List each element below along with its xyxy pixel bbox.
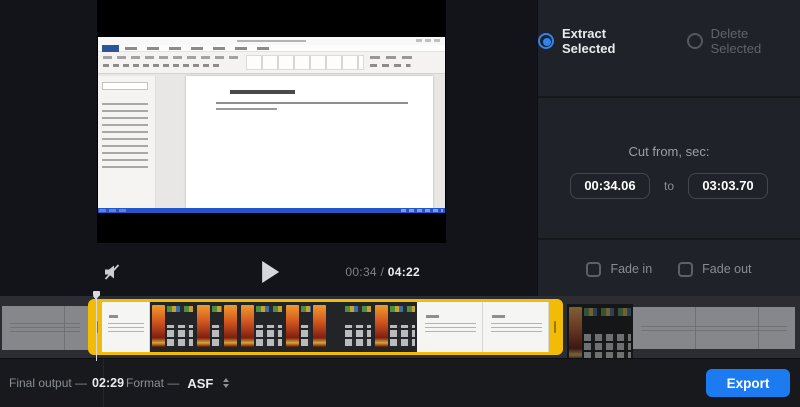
timeline-thumbnail-game[interactable] — [239, 302, 284, 352]
document-heading — [230, 90, 294, 94]
game-thumb-strip — [390, 306, 415, 313]
word-body — [98, 76, 445, 208]
timeline-thumbnails-dimmed-left[interactable] — [2, 306, 88, 350]
game-poster-art — [375, 305, 388, 348]
word-ribbon-tabs — [98, 45, 445, 52]
selection-right-handle[interactable] — [549, 302, 560, 352]
timeline-thumbnail-game[interactable] — [195, 302, 239, 352]
game-thumb-tiles — [167, 325, 193, 348]
fade-out-checkbox[interactable]: Fade out — [678, 262, 751, 277]
cut-range-section: Cut from, sec: to — [538, 100, 800, 240]
game-thumb-strip — [345, 306, 371, 313]
document-paragraph — [216, 102, 409, 114]
word-titlebar — [98, 37, 445, 45]
timeline-thumbnail-doc[interactable] — [483, 302, 549, 352]
game-poster-art — [197, 305, 210, 348]
bottom-bar: Final output — 02:29 Format — ASF Export — [0, 358, 800, 407]
timeline-thumbnail-doc[interactable] — [417, 302, 483, 352]
format-value: ASF — [187, 376, 213, 391]
game-thumb-tiles — [345, 325, 371, 348]
selection-track[interactable] — [102, 302, 549, 352]
game-thumb-strip — [584, 308, 631, 316]
player-controls: 00:34 / 04:22 — [97, 252, 446, 292]
format-select-chevron-icon — [223, 378, 229, 388]
radio-off-icon — [687, 33, 703, 49]
time-display: 00:34 / 04:22 — [345, 265, 420, 279]
word-file-tab — [102, 45, 119, 52]
handle-grip-icon — [554, 321, 556, 333]
word-ribbon — [98, 52, 445, 74]
volume-muted-icon — [102, 262, 122, 282]
timeline-thumbnail-game[interactable] — [150, 302, 195, 352]
final-output-label: Final output — — [9, 376, 87, 390]
game-thumb-tiles — [256, 325, 282, 348]
delete-selected-radio[interactable]: Delete Selected — [687, 26, 800, 56]
play-button[interactable] — [262, 261, 279, 283]
game-thumb-tiles — [390, 325, 415, 348]
game-poster-art — [569, 307, 582, 360]
mode-radio-group: Extract Selected Delete Selected — [538, 26, 800, 56]
game-poster-art — [313, 305, 326, 348]
timeline-thumbnail-game[interactable] — [373, 302, 417, 352]
word-navigation-pane — [98, 76, 156, 208]
selection-left-handle[interactable] — [91, 302, 102, 352]
total-duration: 04:22 — [388, 265, 420, 279]
format-label: Format — — [126, 376, 179, 390]
game-thumb-strip — [301, 306, 311, 313]
checkbox-icon — [586, 262, 601, 277]
current-time: 00:34 — [345, 265, 377, 279]
final-output: Final output — 02:29 — [0, 359, 104, 407]
video-trimmer-app: 00:34 / 04:22 Extract Selected Delete Se… — [0, 0, 800, 407]
game-poster-art — [152, 305, 165, 348]
timeline-thumbnail-dimmed-game[interactable] — [567, 304, 633, 366]
word-document-page — [186, 76, 433, 208]
time-separator: / — [377, 265, 388, 279]
extract-selected-label: Extract Selected — [562, 26, 661, 56]
game-poster-art — [286, 305, 299, 348]
radio-on-icon — [538, 33, 554, 49]
final-output-value: 02:29 — [92, 376, 124, 390]
game-thumb-tiles — [584, 333, 631, 362]
timeline-thumbnail-doc[interactable] — [102, 302, 150, 352]
preview-stage: 00:34 / 04:22 — [0, 0, 537, 296]
game-poster-art — [241, 305, 254, 348]
settings-panel: Extract Selected Delete Selected Cut fro… — [537, 0, 800, 296]
word-canvas — [156, 76, 445, 208]
windows-taskbar — [98, 208, 445, 213]
cut-from-label: Cut from, sec: — [629, 144, 710, 159]
game-thumb-strip — [167, 306, 193, 313]
game-thumb-tiles — [301, 325, 311, 348]
game-thumb-strip — [212, 306, 222, 313]
checkbox-icon — [678, 262, 693, 277]
timeline-thumbnail-game[interactable] — [328, 302, 373, 352]
word-styles-gallery — [246, 55, 364, 70]
timeline[interactable] — [0, 296, 800, 358]
format-select[interactable]: Format — ASF — [126, 376, 229, 391]
timeline-selection[interactable] — [88, 299, 563, 355]
export-button[interactable]: Export — [706, 369, 790, 397]
timeline-thumbnail-game[interactable] — [284, 302, 328, 352]
game-thumb-strip — [256, 306, 282, 313]
handle-grip-icon — [96, 321, 98, 333]
fade-out-label: Fade out — [702, 262, 751, 276]
video-preview[interactable] — [97, 0, 446, 243]
game-poster-art — [224, 305, 237, 348]
cut-to-input[interactable] — [688, 173, 768, 199]
cut-range-row: to — [570, 173, 768, 199]
mode-section: Extract Selected Delete Selected — [538, 0, 800, 98]
video-content-word-window — [98, 37, 445, 213]
mute-button[interactable] — [99, 259, 125, 285]
timeline-thumbnails-dimmed-right[interactable] — [633, 307, 795, 349]
extract-selected-radio[interactable]: Extract Selected — [538, 26, 661, 56]
fade-in-checkbox[interactable]: Fade in — [586, 262, 652, 277]
game-thumb-tiles — [212, 325, 222, 348]
fade-in-label: Fade in — [610, 262, 652, 276]
delete-selected-label: Delete Selected — [711, 26, 800, 56]
to-label: to — [664, 179, 674, 193]
fade-section: Fade in Fade out — [538, 242, 800, 296]
cut-from-input[interactable] — [570, 173, 650, 199]
